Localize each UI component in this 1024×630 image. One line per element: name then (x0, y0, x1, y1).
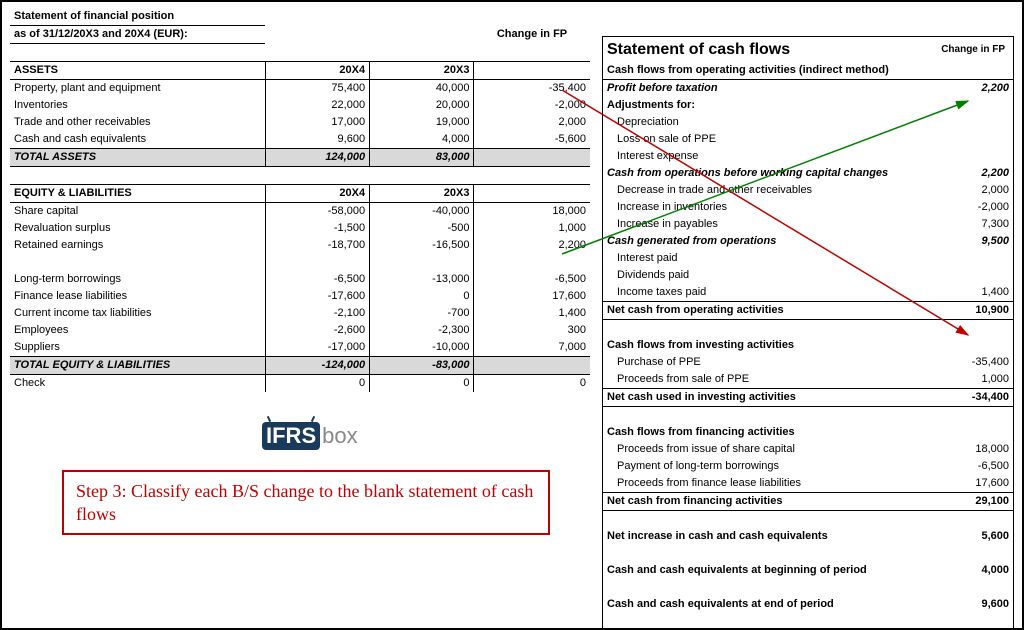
row-label: Interest expense (603, 148, 934, 165)
row-label: Payment of long-term borrowings (603, 458, 934, 475)
row-label: Proceeds from sale of PPE (603, 371, 934, 389)
balance-sheet-table: Statement of financial position as of 31… (10, 8, 590, 392)
row-label: Purchase of PPE (603, 354, 934, 371)
cash-flow-block: Statement of cash flows Change in FP Cas… (602, 36, 1014, 630)
row-label: Finance lease liabilities (10, 288, 265, 305)
ifrsbox-logo: IFRSbox (262, 422, 358, 450)
inv-head: Cash flows from investing activities (603, 337, 934, 354)
spreadsheet-sheet: Statement of financial position as of 31… (0, 0, 1024, 630)
row-label: Interest paid (603, 250, 934, 267)
total-assets-label: TOTAL ASSETS (10, 149, 265, 167)
pbt-value: 2,200 (933, 80, 1013, 98)
row-label: Employees (10, 322, 265, 339)
assets-header: ASSETS (10, 62, 265, 80)
row-label: Decrease in trade and other receivables (603, 182, 934, 199)
row-label: Proceeds from issue of share capital (603, 441, 934, 458)
balance-sheet-block: Statement of financial position as of 31… (10, 8, 590, 392)
row-label: Loss on sale of PPE (603, 131, 934, 148)
col-20x3: 20X3 (370, 62, 474, 80)
row-label: Share capital (10, 203, 265, 221)
row-label: Increase in inventories (603, 199, 934, 216)
row-label: Depreciation (603, 114, 934, 131)
fin-head: Cash flows from financing activities (603, 424, 934, 441)
scf-title: Statement of cash flows (603, 37, 934, 63)
col-20x4: 20X4 (265, 62, 369, 80)
adjustments-head: Adjustments for: (603, 97, 934, 114)
row-label: Inventories (10, 97, 265, 114)
row-label: Current income tax liabilities (10, 305, 265, 322)
change-header: Change in FP (474, 26, 590, 44)
bs-title-1: Statement of financial position (10, 8, 265, 26)
row-label: Trade and other receivables (10, 114, 265, 131)
row-label: Long-term borrowings (10, 271, 265, 288)
equity-header: EQUITY & LIABILITIES (10, 185, 265, 203)
row-label: Dividends paid (603, 267, 934, 284)
row-label: Increase in payables (603, 216, 934, 233)
row-label: Proceeds from finance lease liabilities (603, 475, 934, 493)
row-label: Income taxes paid (603, 284, 934, 302)
logo-ifrs: IFRS (262, 422, 320, 450)
row-label: Cash and cash equivalents (10, 131, 265, 149)
bs-title-2: as of 31/12/20X3 and 20X4 (EUR): (10, 26, 265, 44)
scf-change-header: Change in FP (933, 37, 1013, 63)
cash-flow-table: Statement of cash flows Change in FP Cas… (602, 36, 1014, 630)
net-op-label: Net cash from operating activities (603, 302, 934, 320)
total-eq-label: TOTAL EQUITY & LIABILITIES (10, 357, 265, 375)
logo-box: box (322, 423, 357, 448)
row-label: Suppliers (10, 339, 265, 357)
row-label: Revaluation surplus (10, 220, 265, 237)
step-annotation: Step 3: Classify each B/S change to the … (62, 470, 550, 535)
row-label: Property, plant and equipment (10, 80, 265, 98)
check-label: Check (10, 375, 265, 393)
row-label: Retained earnings (10, 237, 265, 254)
op-activities-head: Cash flows from operating activities (in… (603, 62, 1014, 80)
pbt-label: Profit before taxation (603, 80, 934, 98)
